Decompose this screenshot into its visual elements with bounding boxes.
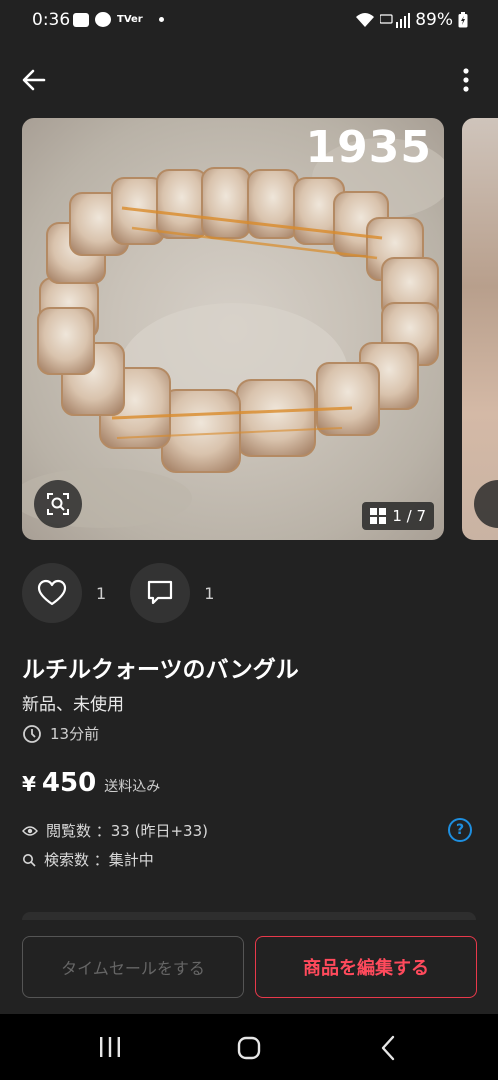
views-row: 閲覧数 ：33 (昨日+33) bbox=[22, 820, 208, 841]
next-image-search-button[interactable] bbox=[474, 480, 498, 528]
back-button[interactable] bbox=[20, 66, 48, 94]
status-time: 0:36 bbox=[32, 10, 71, 30]
bottom-action-bar: タイムセールをする 商品を編集する bbox=[0, 920, 498, 1014]
section-divider bbox=[22, 912, 476, 920]
product-title: ルチルクォーツのバングル bbox=[22, 657, 299, 683]
image-search-icon bbox=[47, 493, 69, 515]
image-counter-text: 1 / 7 bbox=[392, 507, 426, 525]
like-button[interactable] bbox=[22, 563, 82, 623]
line-icon bbox=[95, 12, 111, 27]
bracelet-photo bbox=[22, 138, 444, 528]
help-icon[interactable]: ? bbox=[448, 818, 472, 842]
system-nav-bar bbox=[0, 1014, 498, 1080]
battery-icon bbox=[458, 12, 468, 28]
price-value: 450 bbox=[41, 768, 97, 798]
grid-icon bbox=[370, 508, 387, 524]
timesale-button[interactable]: タイムセールをする bbox=[22, 936, 244, 998]
price-currency: ¥ bbox=[22, 772, 36, 796]
shipping-included: 送料込み bbox=[104, 779, 161, 795]
recent-apps-icon bbox=[100, 1037, 120, 1057]
notification-icons: TVer bbox=[73, 12, 164, 27]
chevron-left-icon bbox=[381, 1035, 395, 1061]
dot-icon bbox=[158, 17, 164, 22]
product-condition: 新品、未使用 bbox=[22, 695, 124, 715]
views-text: 閲覧数 ：33 (昨日+33) bbox=[46, 822, 208, 840]
edit-product-button[interactable]: 商品を編集する bbox=[255, 936, 477, 998]
system-back-button[interactable] bbox=[378, 1035, 398, 1061]
recent-apps-button[interactable] bbox=[98, 1036, 122, 1058]
clock-icon bbox=[23, 724, 41, 743]
heart-icon bbox=[37, 579, 67, 606]
tver-icon: TVer bbox=[117, 14, 143, 25]
search-icon bbox=[23, 853, 36, 867]
price-row: ¥ 450 送料込み bbox=[22, 768, 160, 798]
comment-button[interactable] bbox=[130, 563, 191, 623]
action-row: 1 1 bbox=[22, 563, 238, 623]
eye-icon bbox=[22, 825, 38, 836]
back-arrow-icon bbox=[22, 69, 46, 91]
product-image[interactable]: 1935 1 / 7 bbox=[22, 118, 444, 540]
search-count-text: 検索数 ：集計中 bbox=[44, 851, 154, 869]
comment-icon bbox=[148, 580, 173, 605]
image-counter[interactable]: 1 / 7 bbox=[362, 502, 434, 530]
posted-time: 13分前 bbox=[50, 725, 100, 743]
wifi-icon bbox=[355, 12, 375, 28]
posted-time-row: 13分前 bbox=[22, 723, 99, 744]
more-button[interactable] bbox=[460, 66, 472, 94]
next-product-image[interactable] bbox=[462, 118, 498, 540]
youtube-icon bbox=[73, 12, 89, 27]
status-bar: 0:36 TVer 89% bbox=[0, 0, 498, 42]
more-vertical-icon bbox=[463, 68, 469, 92]
status-right: 89% bbox=[355, 10, 468, 30]
image-search-button[interactable] bbox=[34, 480, 82, 528]
like-count: 1 bbox=[96, 583, 107, 603]
home-button[interactable] bbox=[237, 1036, 261, 1060]
comment-count: 1 bbox=[204, 583, 215, 603]
signal-icon bbox=[380, 12, 411, 28]
search-count-row: 検索数 ：集計中 bbox=[22, 849, 154, 870]
screen: 0:36 TVer 89% 1935 1 / 7 1 1 ルチルクォーツのバング… bbox=[0, 0, 498, 1080]
battery-level: 89% bbox=[415, 10, 453, 30]
image-number-overlay: 1935 bbox=[305, 122, 432, 173]
home-icon bbox=[237, 1036, 261, 1060]
image-carousel[interactable]: 1935 1 / 7 bbox=[22, 118, 498, 540]
